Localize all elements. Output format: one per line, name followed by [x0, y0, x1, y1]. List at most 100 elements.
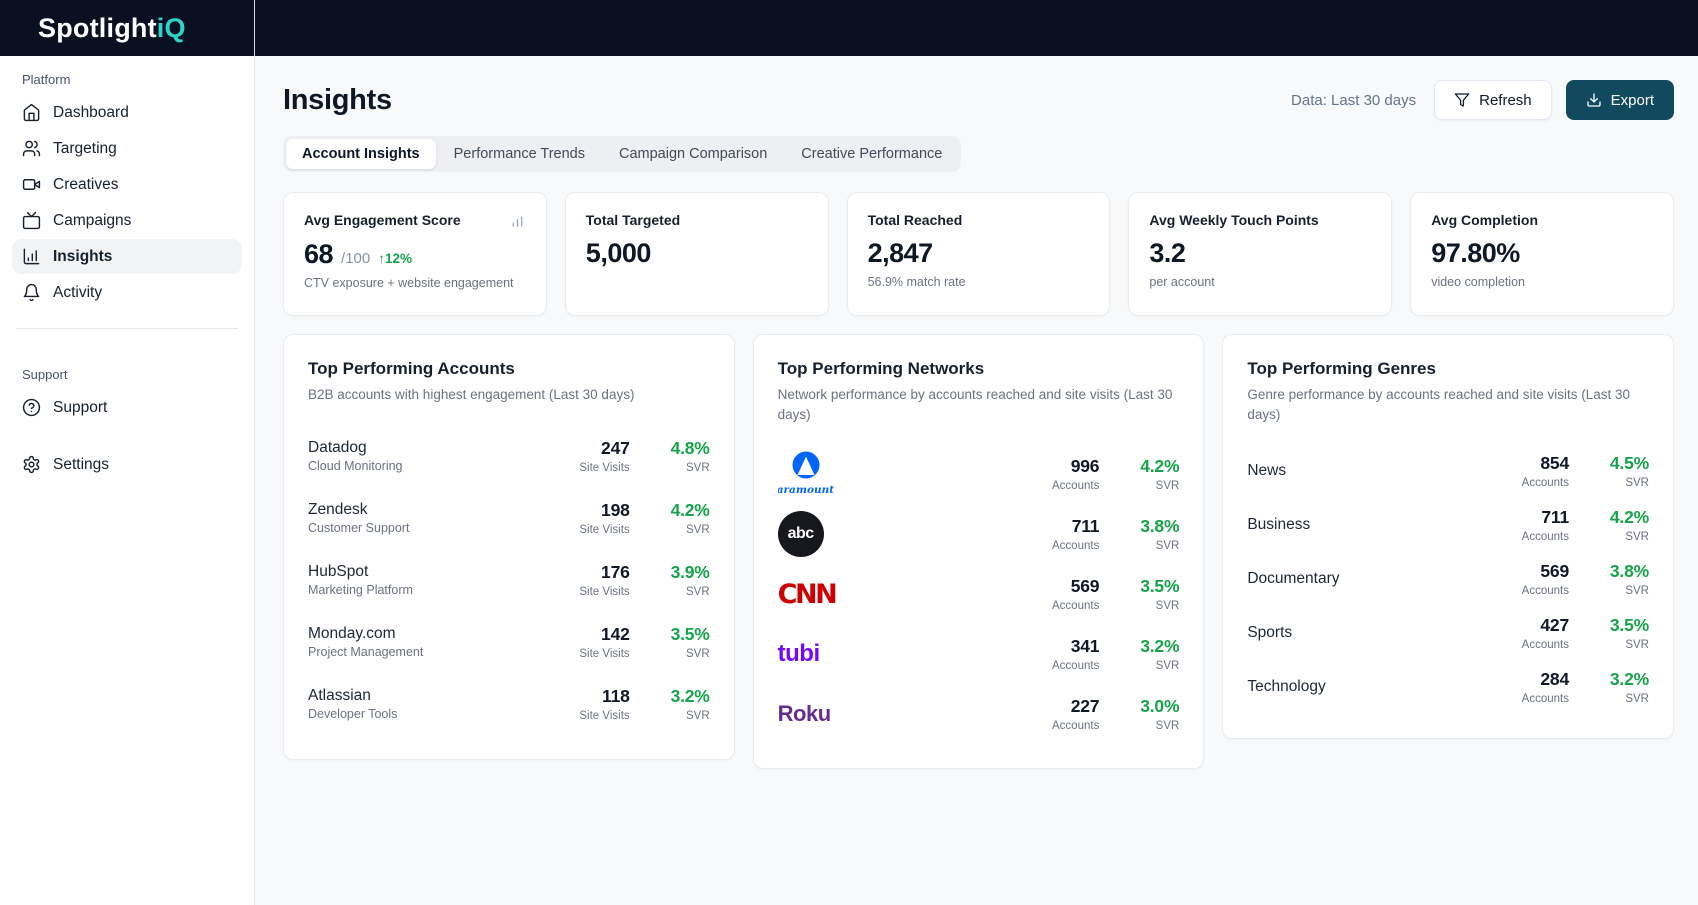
svr-label: SVR [1121, 720, 1179, 732]
metric-primary: 711 Accounts [1511, 507, 1569, 543]
sidebar-item-campaigns[interactable]: Campaigns [12, 203, 242, 238]
metric-primary: 198 Site Visits [572, 500, 630, 536]
refresh-button[interactable]: Refresh [1434, 80, 1552, 120]
sidebar-section-support-label: Support [12, 367, 242, 382]
top-accounts-panel: Top Performing Accounts B2B accounts wit… [283, 334, 735, 760]
genre-row-technology: Technology 284 Accounts 3.2% SVR [1247, 660, 1649, 714]
metric-value: 142 [572, 624, 630, 645]
metric-primary: 142 Site Visits [572, 624, 630, 660]
account-row-atlassian: Atlassian Developer Tools 118 Site Visit… [308, 673, 710, 735]
network-row-paramount: Paramount+ 996 Accounts 4.2% SVR [778, 444, 1180, 504]
genre-row-documentary: Documentary 569 Accounts 3.8% SVR [1247, 552, 1649, 606]
metric-label: Site Visits [572, 462, 630, 474]
account-name: Monday.com [308, 625, 423, 643]
metric-value: 711 [1041, 516, 1099, 537]
row-metrics: 247 Site Visits 4.8% SVR [572, 438, 710, 474]
tab-creative-performance[interactable]: Creative Performance [785, 139, 958, 169]
row-metrics: 284 Accounts 3.2% SVR [1511, 669, 1649, 705]
metric-value: 284 [1511, 669, 1569, 690]
network-row-abc: abc 711 Accounts 3.8% SVR [778, 504, 1180, 564]
svr-value: 4.8% [652, 438, 710, 459]
metric-value: 996 [1041, 456, 1099, 477]
row-metrics: 118 Site Visits 3.2% SVR [572, 686, 710, 722]
metric-primary: 284 Accounts [1511, 669, 1569, 705]
sidebar-item-insights[interactable]: Insights [12, 239, 242, 274]
top-networks-panel: Top Performing Networks Network performa… [753, 334, 1205, 769]
top-genres-panel: Top Performing Genres Genre performance … [1222, 334, 1674, 739]
row-metrics: 176 Site Visits 3.9% SVR [572, 562, 710, 598]
genre-name: Sports [1247, 624, 1292, 642]
tab-campaign-comparison[interactable]: Campaign Comparison [603, 139, 783, 169]
tab-performance-trends[interactable]: Performance Trends [438, 139, 601, 169]
abc-logo: abc [778, 511, 824, 557]
account-row-datadog: Datadog Cloud Monitoring 247 Site Visits… [308, 425, 710, 487]
accounts-panel-title: Top Performing Accounts [308, 359, 710, 379]
account-name: HubSpot [308, 563, 413, 581]
svr-value: 3.8% [1121, 516, 1179, 537]
kpi-delta-up: ↑12% [378, 251, 412, 266]
metric-primary: 996 Accounts [1041, 456, 1099, 492]
sidebar-item-activity[interactable]: Activity [12, 275, 242, 310]
network-row-cnn: CNN 569 Accounts 3.5% SVR [778, 564, 1180, 624]
sidebar-nav-settings: Settings [12, 447, 242, 482]
sidebar-item-targeting[interactable]: Targeting [12, 131, 242, 166]
sidebar-item-label: Campaigns [53, 212, 131, 230]
video-icon [22, 175, 41, 194]
export-button[interactable]: Export [1566, 80, 1674, 120]
cnn-logo: CNN [778, 579, 836, 610]
svr-label: SVR [652, 524, 710, 536]
tv-icon [22, 211, 41, 230]
svr-label: SVR [1591, 477, 1649, 489]
kpi-value: 68 [304, 239, 333, 270]
metric-value: 341 [1041, 636, 1099, 657]
metric-label: Accounts [1511, 585, 1569, 597]
sidebar-item-creatives[interactable]: Creatives [12, 167, 242, 202]
sidebar-item-dashboard[interactable]: Dashboard [12, 95, 242, 130]
sidebar-item-label: Dashboard [53, 104, 129, 122]
metric-svr: 4.2% SVR [1591, 507, 1649, 543]
sidebar-item-label: Creatives [53, 176, 118, 194]
main-content: Insights Data: Last 30 days Refresh Expo… [255, 56, 1698, 905]
genre-name: News [1247, 462, 1286, 480]
kpi-value: 5,000 [586, 238, 651, 269]
bar-chart-icon [509, 212, 526, 229]
metric-label: Accounts [1511, 639, 1569, 651]
account-identity: Monday.com Project Management [308, 625, 423, 659]
metric-primary: 569 Accounts [1041, 576, 1099, 612]
metric-primary: 227 Accounts [1041, 696, 1099, 732]
brand-accent: iQ [157, 13, 186, 43]
metric-label: Accounts [1511, 693, 1569, 705]
metric-value: 569 [1511, 561, 1569, 582]
metric-primary: 176 Site Visits [572, 562, 630, 598]
brand-logo[interactable]: SpotlightiQ [0, 0, 255, 56]
metric-svr: 3.5% SVR [1121, 576, 1179, 612]
kpi-caption: CTV exposure + website engagement [304, 276, 526, 290]
body-layout: Platform Dashboard Targeting Creatives C… [0, 56, 1698, 905]
account-identity: HubSpot Marketing Platform [308, 563, 413, 597]
sidebar-divider [16, 328, 238, 329]
sidebar-section-platform-label: Platform [12, 72, 242, 87]
svr-label: SVR [1591, 639, 1649, 651]
svr-label: SVR [1121, 600, 1179, 612]
filter-icon [1454, 92, 1470, 108]
svr-value: 4.2% [1121, 456, 1179, 477]
help-icon [22, 398, 41, 417]
row-metrics: 569 Accounts 3.8% SVR [1511, 561, 1649, 597]
metric-value: 247 [572, 438, 630, 459]
row-metrics: 996 Accounts 4.2% SVR [1041, 456, 1179, 492]
tab-account-insights[interactable]: Account Insights [286, 139, 436, 169]
svr-value: 3.2% [1121, 636, 1179, 657]
sidebar-item-settings[interactable]: Settings [12, 447, 242, 482]
metric-value: 176 [572, 562, 630, 583]
sidebar-item-support[interactable]: Support [12, 390, 242, 425]
brand-logo-text: SpotlightiQ [38, 13, 186, 44]
genre-row-news: News 854 Accounts 4.5% SVR [1247, 444, 1649, 498]
kpi-title: Total Targeted [586, 212, 680, 228]
metric-svr: 4.5% SVR [1591, 453, 1649, 489]
kpi-card-avg-engagement-score: Avg Engagement Score 68 /100 ↑12% CTV ex… [283, 192, 547, 316]
row-metrics: 854 Accounts 4.5% SVR [1511, 453, 1649, 489]
header-actions: Data: Last 30 days Refresh Export [1291, 80, 1674, 120]
panels-row: Top Performing Accounts B2B accounts wit… [283, 334, 1674, 769]
row-metrics: 142 Site Visits 3.5% SVR [572, 624, 710, 660]
row-metrics: 341 Accounts 3.2% SVR [1041, 636, 1179, 672]
